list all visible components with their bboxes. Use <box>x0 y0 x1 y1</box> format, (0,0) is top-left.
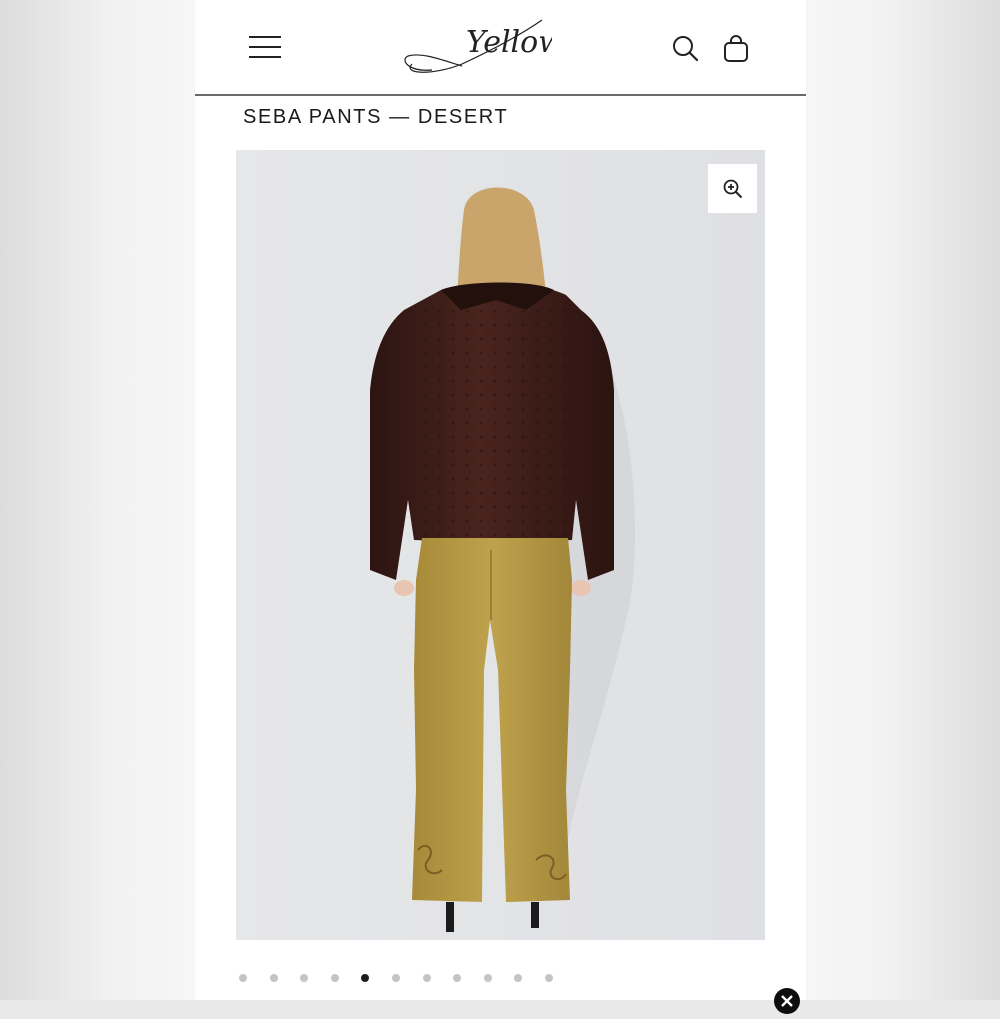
shopping-bag-icon[interactable] <box>722 33 750 63</box>
pagination-dot[interactable] <box>453 974 462 982</box>
pagination-dot[interactable] <box>361 974 370 982</box>
brand-logo[interactable]: Yellow <box>402 12 552 76</box>
blurred-background-right <box>806 0 1000 1000</box>
search-icon[interactable] <box>671 34 699 62</box>
pagination-dot[interactable] <box>514 974 523 982</box>
pagination-dot[interactable] <box>269 974 278 982</box>
pagination-dot[interactable] <box>330 974 339 982</box>
pagination-dot[interactable] <box>239 974 247 982</box>
product-image <box>236 150 765 940</box>
close-icon[interactable] <box>774 988 800 1014</box>
product-page: Yellow SEBA PANTS — DESERT <box>195 0 806 1000</box>
pagination-dot[interactable] <box>545 974 553 982</box>
site-header: Yellow <box>195 0 806 96</box>
blurred-background-left <box>0 0 195 1000</box>
pagination-dot[interactable] <box>483 974 492 982</box>
pagination-dot[interactable] <box>392 974 400 982</box>
zoom-in-icon <box>723 179 742 198</box>
gallery-pagination <box>239 974 569 984</box>
pagination-dot[interactable] <box>422 974 431 982</box>
hamburger-line <box>249 46 281 48</box>
close-x-glyph <box>781 995 793 1007</box>
hamburger-menu-icon <box>249 36 281 38</box>
product-title: SEBA PANTS — DESERT <box>243 106 509 128</box>
product-image-gallery[interactable] <box>236 150 765 940</box>
logo-text: Yellow <box>466 25 552 60</box>
pagination-dot[interactable] <box>300 974 309 982</box>
menu-button[interactable] <box>249 36 281 60</box>
zoom-button[interactable] <box>708 164 757 213</box>
hamburger-line <box>249 56 281 58</box>
